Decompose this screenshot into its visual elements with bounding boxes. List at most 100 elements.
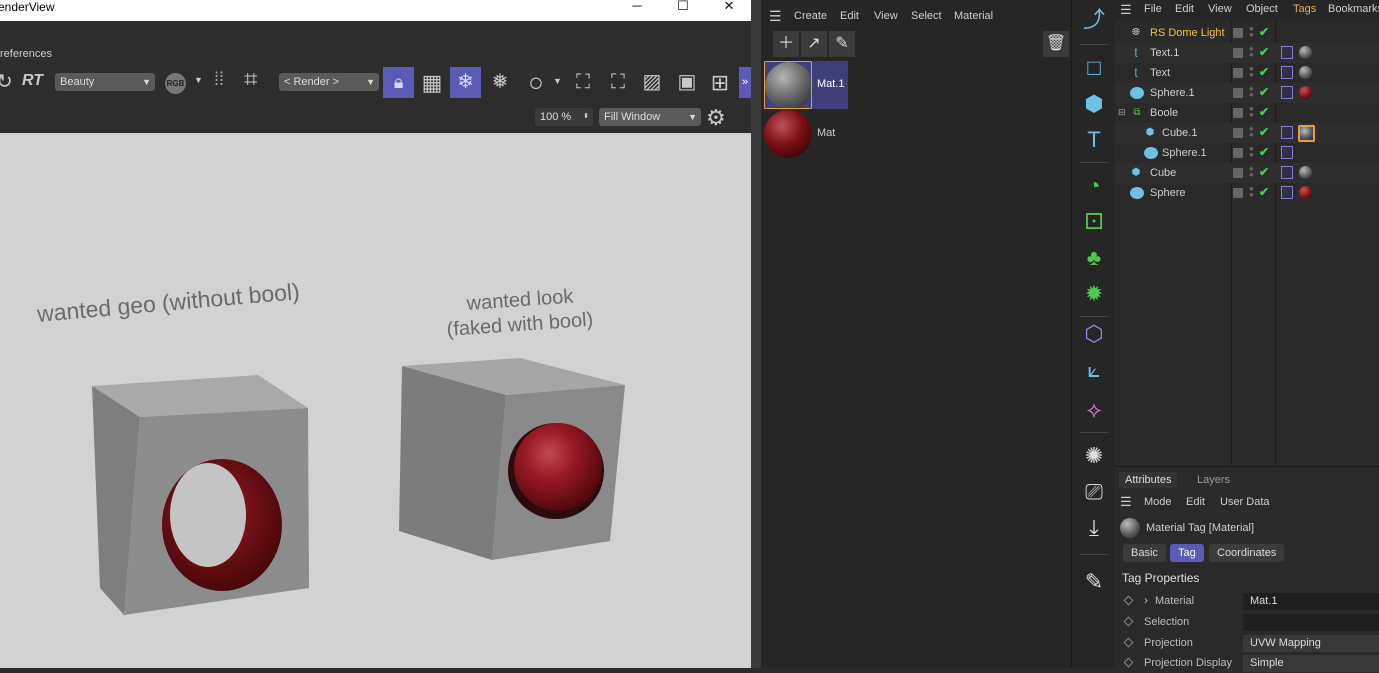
axis-icon[interactable]: ⟀ xyxy=(1078,354,1110,386)
keyframe-icon[interactable] xyxy=(1123,637,1134,648)
refresh-icon[interactable]: ↻ xyxy=(0,69,13,94)
generator-icon[interactable]: ◔ xyxy=(1078,170,1110,202)
hamburger-icon[interactable]: ☰ xyxy=(1120,494,1132,510)
preferences-menu[interactable]: references xyxy=(0,48,52,60)
snowflake-g-icon[interactable]: ❅ xyxy=(486,67,514,98)
rgb-button[interactable]: RGB xyxy=(165,73,186,94)
layer-swatch[interactable] xyxy=(1233,148,1243,158)
phong-tag-icon[interactable] xyxy=(1281,146,1293,159)
enabled-check[interactable]: ✔ xyxy=(1259,85,1269,99)
layer-swatch[interactable] xyxy=(1233,188,1243,198)
keyframe-icon[interactable] xyxy=(1123,595,1134,606)
object-row[interactable]: 🌐︎ RS Dome Light ● ● ✔ xyxy=(1115,23,1379,43)
menu-user-data[interactable]: User Data xyxy=(1220,496,1270,508)
enabled-check[interactable]: ✔ xyxy=(1259,145,1269,159)
minimize-button[interactable]: ─ xyxy=(614,0,660,14)
eyedropper-icon[interactable]: ✎ xyxy=(829,31,855,57)
visibility-dots[interactable]: ● ● xyxy=(1249,65,1254,79)
material-item-mat1[interactable]: Mat.1 xyxy=(764,61,848,109)
phong-tag-icon[interactable] xyxy=(1281,186,1293,199)
add-icon[interactable]: ＋ xyxy=(773,31,799,57)
layer-swatch[interactable] xyxy=(1233,28,1243,38)
panel-divider[interactable] xyxy=(751,0,761,668)
image-icon[interactable]: ▣ xyxy=(673,67,701,98)
property-projection[interactable]: Projection UVW Mapping xyxy=(1115,633,1379,653)
chevron-down-icon[interactable]: ▼ xyxy=(553,76,562,86)
cube-icon[interactable]: ⬢ xyxy=(1078,88,1110,120)
phong-tag-icon[interactable] xyxy=(1281,46,1293,59)
menu-tags[interactable]: Tags xyxy=(1293,3,1316,15)
visibility-dots[interactable]: ● ● xyxy=(1249,105,1254,119)
phong-tag-icon[interactable] xyxy=(1281,126,1293,139)
rt-toggle[interactable]: RT xyxy=(22,72,43,90)
pill-tag[interactable]: Tag xyxy=(1170,544,1204,562)
deformer-icon[interactable]: ⬡ xyxy=(1078,318,1110,350)
stepper-icon[interactable]: ⬍ xyxy=(583,108,589,126)
visibility-dots[interactable]: ● ● xyxy=(1249,125,1254,139)
light-icon[interactable]: ✺ xyxy=(1078,440,1110,472)
coordinate-icon[interactable]: ⤴ xyxy=(1078,4,1110,36)
menu-edit[interactable]: Edit xyxy=(1175,3,1194,15)
zoom-field[interactable]: 100 % ⬍ xyxy=(535,108,593,126)
menu-edit[interactable]: Edit xyxy=(840,10,859,22)
visibility-dots[interactable]: ● ● xyxy=(1249,185,1254,199)
property-projection-display[interactable]: Projection Display Simple xyxy=(1115,653,1379,673)
pill-coordinates[interactable]: Coordinates xyxy=(1209,544,1285,562)
visibility-dots[interactable]: ● ● xyxy=(1249,85,1254,99)
layer-swatch[interactable] xyxy=(1233,108,1243,118)
material-item-mat[interactable]: Mat xyxy=(764,110,848,158)
chevron-down-icon[interactable]: ▼ xyxy=(194,75,203,85)
material-link-field[interactable]: Mat.1 xyxy=(1243,593,1379,610)
field-icon[interactable]: ⟡ xyxy=(1078,394,1110,426)
collapse-icon[interactable]: ⊟ xyxy=(1118,107,1126,118)
layer-swatch[interactable] xyxy=(1233,168,1243,178)
menu-create[interactable]: Create xyxy=(794,10,827,22)
lock-icon[interactable]: 🔒︎ xyxy=(383,67,414,98)
arrow-icon[interactable]: ↗ xyxy=(801,31,827,57)
trash-icon[interactable]: 🗑︎ xyxy=(1043,31,1069,57)
layer-swatch[interactable] xyxy=(1233,88,1243,98)
phong-tag-icon[interactable] xyxy=(1281,66,1293,79)
grid-icon[interactable]: ▦ xyxy=(418,67,446,98)
phong-tag-icon[interactable] xyxy=(1281,166,1293,179)
menu-select[interactable]: Select xyxy=(911,10,942,22)
close-button[interactable]: ✕ xyxy=(706,0,752,14)
object-row[interactable]: Sphere.1 ● ● ✔ xyxy=(1115,143,1379,163)
crop-icon[interactable]: ⌗ xyxy=(244,66,258,94)
material-tag-icon[interactable] xyxy=(1298,125,1315,142)
expand-icon[interactable]: › xyxy=(1144,593,1148,607)
channel-select[interactable]: Beauty ▼ xyxy=(55,73,155,91)
material-tag-icon[interactable] xyxy=(1299,66,1312,79)
menu-file[interactable]: File xyxy=(1144,3,1162,15)
material-tag-icon[interactable] xyxy=(1299,46,1312,59)
region-icon[interactable]: ⛶ xyxy=(569,67,597,98)
keyframe-icon[interactable] xyxy=(1123,657,1134,668)
enabled-check[interactable]: ✔ xyxy=(1259,25,1269,39)
phong-tag-icon[interactable] xyxy=(1281,86,1293,99)
visibility-dots[interactable]: ● ● xyxy=(1249,45,1254,59)
hamburger-icon[interactable]: ☰ xyxy=(1120,2,1132,18)
tab-layers[interactable]: Layers xyxy=(1191,472,1236,488)
fit-select[interactable]: Fill Window ▼ xyxy=(599,108,701,126)
enabled-check[interactable]: ✔ xyxy=(1259,165,1269,179)
focus-icon[interactable]: ⛶ xyxy=(604,67,632,98)
circle-icon[interactable]: ○ xyxy=(522,67,550,98)
object-row[interactable]: ʈ Text ● ● ✔ xyxy=(1115,63,1379,83)
expand-toolbar-icon[interactable]: » xyxy=(739,67,751,98)
dither-grid-icon[interactable]: ⁞⁞ xyxy=(214,69,224,90)
add-image-icon[interactable]: ⊞ xyxy=(706,67,734,98)
pill-basic[interactable]: Basic xyxy=(1123,544,1166,562)
projection-display-select[interactable]: Simple xyxy=(1243,655,1379,672)
hamburger-icon[interactable]: ☰ xyxy=(769,8,782,25)
menu-view[interactable]: View xyxy=(1208,3,1232,15)
object-row[interactable]: Sphere ● ● ✔ xyxy=(1115,183,1379,203)
effector-icon[interactable]: ✹ xyxy=(1078,278,1110,310)
menu-mode[interactable]: Mode xyxy=(1144,496,1172,508)
keyframe-icon[interactable] xyxy=(1123,616,1134,627)
menu-bookmarks[interactable]: Bookmarks xyxy=(1328,3,1379,15)
enabled-check[interactable]: ✔ xyxy=(1259,45,1269,59)
menu-material[interactable]: Material xyxy=(954,10,993,22)
layer-swatch[interactable] xyxy=(1233,68,1243,78)
menu-edit[interactable]: Edit xyxy=(1186,496,1205,508)
spline-square-icon[interactable]: □ xyxy=(1078,52,1110,84)
